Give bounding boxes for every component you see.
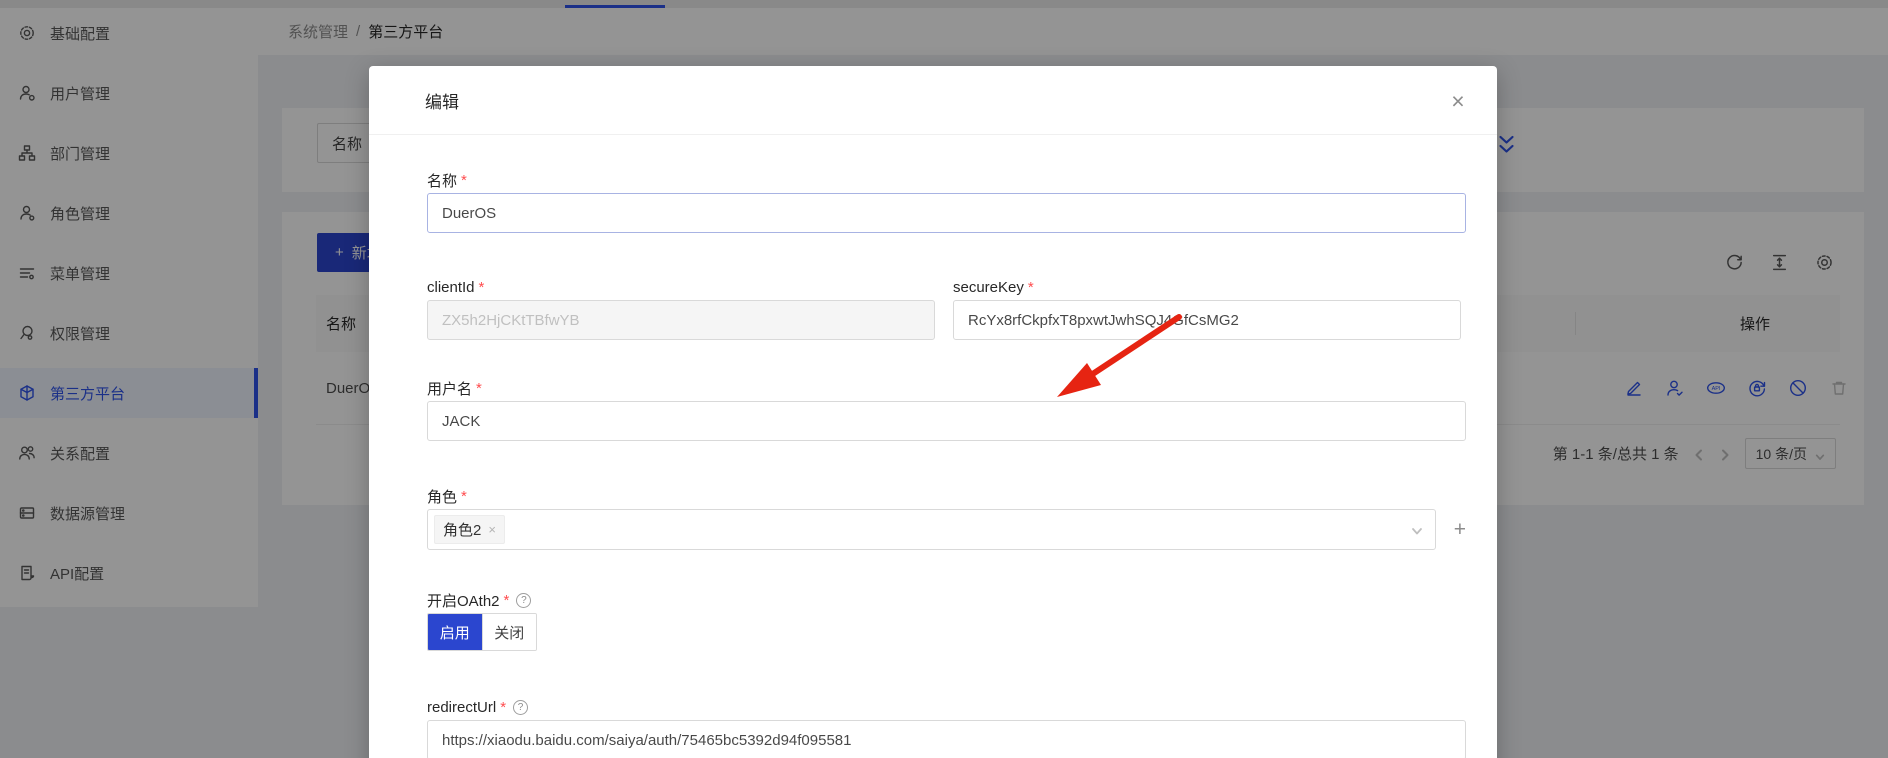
screen: 基础配置 用户管理 部门管理 角色管理 菜单管理 权限管理 第三方平台 [0, 0, 1888, 758]
role-field-label: 角色* [427, 485, 1466, 507]
oauth2-field-label: 开启OAth2* ? [427, 589, 1466, 611]
modal-body: 名称* clientId* secureKey* [369, 135, 1497, 758]
required-asterisk: * [500, 699, 506, 716]
username-field-label: 用户名* [427, 377, 1466, 399]
redirecturl-field-label: redirectUrl* ? [427, 696, 1466, 718]
clientid-field-label: clientId* [427, 276, 935, 298]
role-select[interactable]: 角色2 × [427, 509, 1436, 550]
edit-modal: 编辑 × 名称* clientId* [369, 66, 1497, 758]
role-tag: 角色2 × [434, 515, 505, 544]
modal-title: 编辑 [425, 88, 459, 113]
name-field-label: 名称* [427, 169, 1466, 191]
required-asterisk: * [476, 380, 482, 397]
required-asterisk: * [461, 172, 467, 189]
oauth2-disable-option[interactable]: 关闭 [482, 614, 537, 650]
required-asterisk: * [504, 592, 510, 609]
add-role-button[interactable]: + [1454, 519, 1466, 540]
oauth2-toggle-group: 启用 关闭 [427, 613, 537, 651]
required-asterisk: * [461, 488, 467, 505]
redirecturl-input[interactable] [427, 720, 1466, 758]
close-icon[interactable]: × [1443, 86, 1473, 116]
required-asterisk: * [1028, 279, 1034, 296]
securekey-input[interactable] [953, 300, 1461, 340]
name-input[interactable] [427, 193, 1466, 233]
securekey-field-label: secureKey* [953, 276, 1461, 298]
help-circle-icon[interactable]: ? [513, 700, 528, 715]
help-circle-icon[interactable]: ? [516, 593, 531, 608]
clientid-input [427, 300, 935, 340]
required-asterisk: * [479, 279, 485, 296]
role-tag-label: 角色2 [443, 519, 481, 540]
username-input[interactable] [427, 401, 1466, 441]
modal-header: 编辑 × [369, 66, 1497, 135]
chevron-down-icon [1411, 524, 1423, 536]
tag-remove-icon[interactable]: × [488, 522, 496, 537]
oauth2-enable-option[interactable]: 启用 [428, 614, 482, 650]
